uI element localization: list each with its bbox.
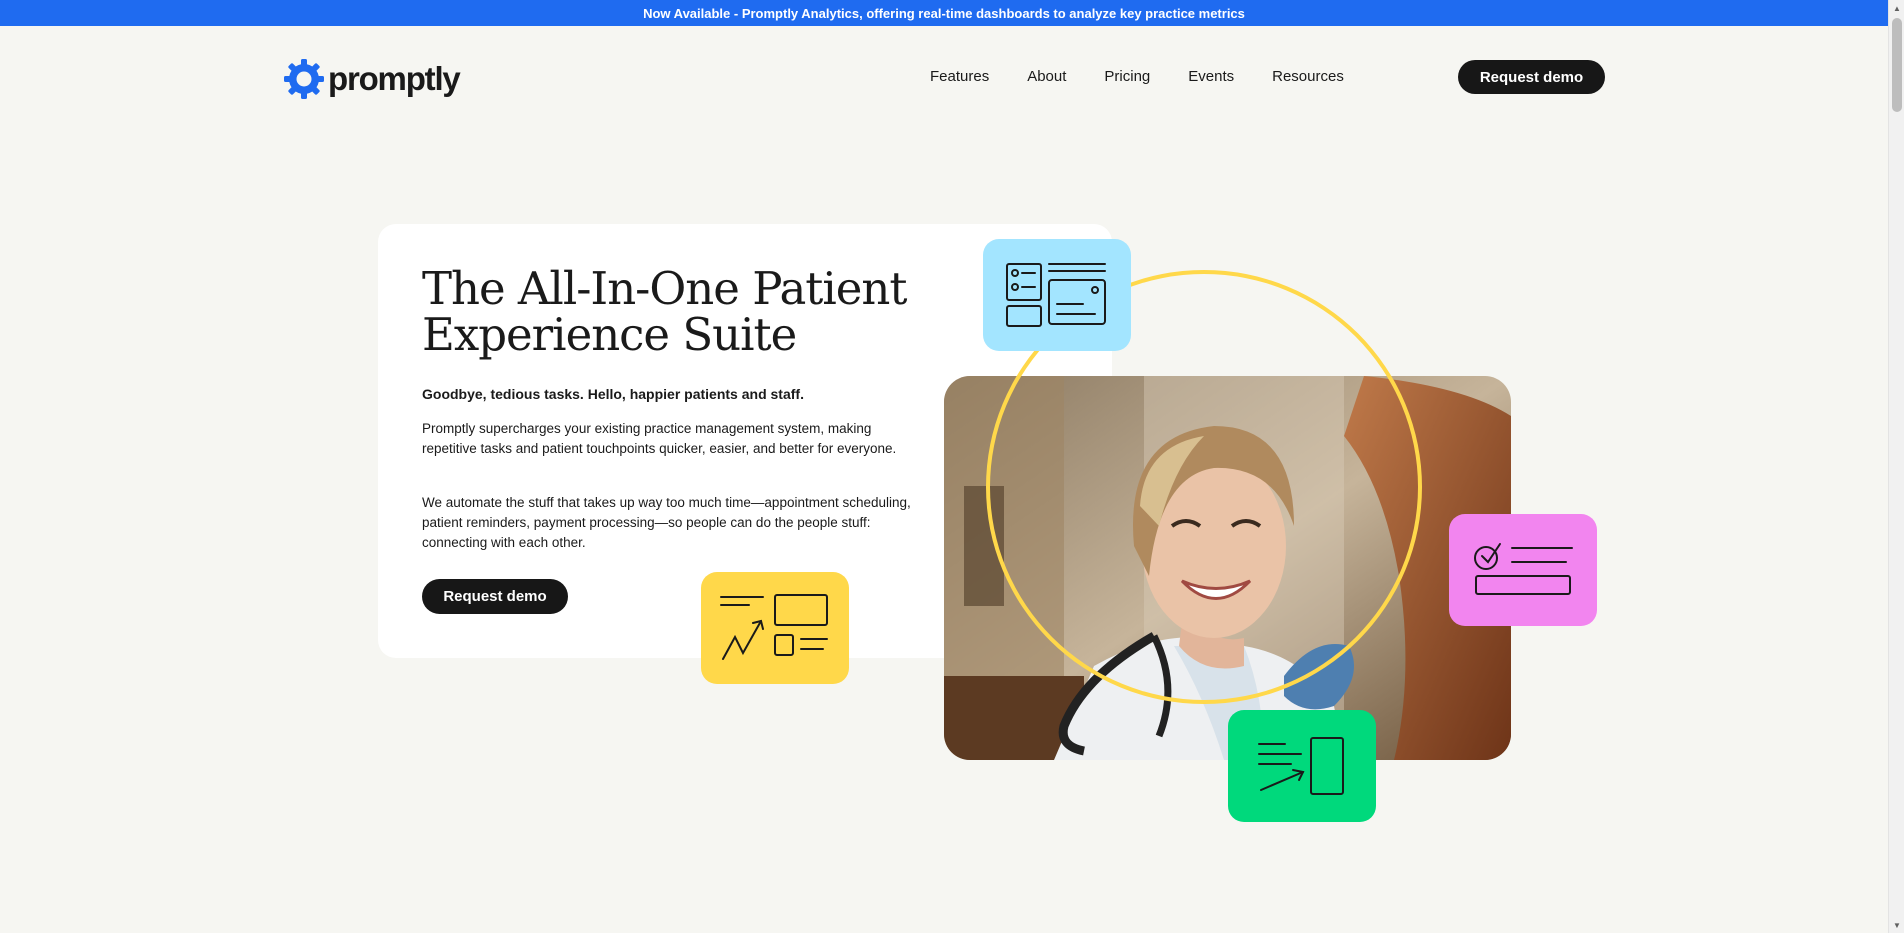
announcement-bar[interactable]: Now Available - Promptly Analytics, offe…	[0, 0, 1888, 26]
document-tile	[1228, 710, 1376, 822]
dashboard-tile	[983, 239, 1131, 351]
hero-request-demo-button[interactable]: Request demo	[422, 579, 568, 614]
header-request-demo-button[interactable]: Request demo	[1458, 60, 1605, 94]
announcement-text: Now Available - Promptly Analytics, offe…	[643, 5, 1245, 21]
growth-tile	[701, 572, 849, 684]
gear-icon	[284, 59, 324, 99]
hero-subtitle: Goodbye, tedious tasks. Hello, happier p…	[422, 386, 804, 402]
nav-resources[interactable]: Resources	[1272, 66, 1344, 88]
nav-features[interactable]: Features	[930, 66, 989, 88]
dashboard-sketch-icon	[1006, 263, 1106, 327]
logo[interactable]: promptly	[283, 56, 461, 102]
hero-paragraph-1: Promptly supercharges your existing prac…	[422, 421, 897, 456]
hero-paragraph-2: We automate the stuff that takes up way …	[422, 495, 911, 550]
checklist-sketch-icon	[1474, 543, 1573, 595]
scrollbar-thumb[interactable]	[1892, 18, 1902, 112]
hero-title: The All-In-One Patient Experience Suite	[422, 262, 907, 361]
nav-events[interactable]: Events	[1188, 66, 1234, 88]
growth-chart-sketch-icon	[720, 594, 828, 660]
main-nav: Features About Pricing Events Resources	[930, 66, 1382, 88]
document-arrow-sketch-icon	[1258, 737, 1344, 795]
page-scrollbar[interactable]: ▲ ▼	[1888, 0, 1904, 933]
logo-text: promptly	[328, 60, 461, 97]
nav-about[interactable]: About	[1027, 66, 1066, 88]
checklist-tile	[1449, 514, 1597, 626]
nav-pricing[interactable]: Pricing	[1104, 66, 1150, 88]
scroll-down-arrow-icon[interactable]: ▼	[1889, 917, 1904, 933]
site-header: promptly Features About Pricing Events R…	[0, 26, 1888, 126]
scroll-up-arrow-icon[interactable]: ▲	[1889, 0, 1904, 16]
